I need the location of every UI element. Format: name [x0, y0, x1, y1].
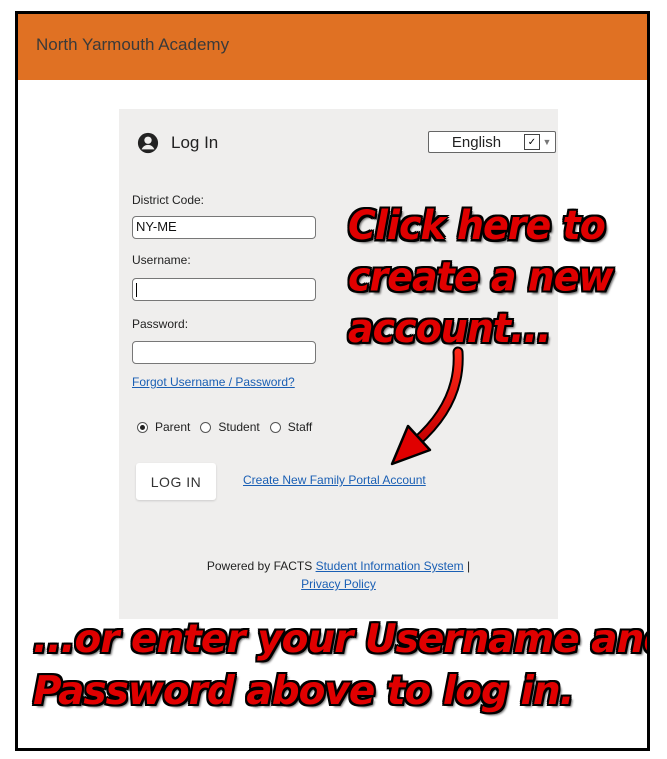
language-select[interactable]: English ✓ ▼: [428, 131, 556, 153]
callout-line-2: create a new: [348, 253, 614, 301]
bottom-line-2: Password above to log in.: [33, 669, 574, 714]
username-input[interactable]: [132, 278, 316, 301]
card-footer: Powered by FACTS Student Information Sys…: [119, 557, 558, 593]
login-title: Log In: [171, 133, 219, 152]
screenshot-frame: North Yarmouth Academy Log In English ✓ …: [15, 11, 650, 751]
school-title: North Yarmouth Academy: [36, 35, 230, 54]
role-staff[interactable]: Staff: [269, 420, 312, 434]
radio-parent[interactable]: [137, 421, 148, 433]
district-code-input[interactable]: NY-ME: [132, 216, 316, 239]
bottom-annotation: ...or enter your Username and Password a…: [33, 614, 650, 718]
password-label: Password:: [132, 317, 189, 331]
login-button[interactable]: LOG IN: [136, 463, 216, 500]
dropdown-arrow-icon[interactable]: ▼: [542, 134, 552, 150]
privacy-policy-link[interactable]: Privacy Policy: [301, 577, 376, 591]
text-caret: [136, 282, 137, 297]
app-header: North Yarmouth Academy: [18, 14, 647, 80]
chevron-down-icon[interactable]: ✓: [524, 134, 540, 150]
district-code-value: NY-ME: [136, 219, 177, 234]
role-student[interactable]: Student: [200, 420, 260, 434]
username-label: Username:: [132, 253, 191, 267]
radio-staff[interactable]: [269, 421, 281, 433]
login-card: Log In English ✓ ▼ District Code: NY-ME …: [119, 109, 558, 619]
login-heading: Log In: [137, 132, 218, 154]
callout-line-1: Click here to: [348, 202, 606, 249]
footer-separator: |: [467, 559, 471, 573]
user-circle-icon: [137, 132, 159, 154]
password-input[interactable]: [132, 341, 316, 364]
red-arrow-icon: [390, 346, 464, 466]
radio-student[interactable]: [200, 421, 212, 433]
powered-by-text: Powered by FACTS: [206, 559, 313, 573]
role-radio-group: Parent Student Staff: [137, 420, 322, 434]
bottom-line-1: ...or enter your Username and: [33, 617, 650, 662]
forgot-credentials-link[interactable]: Forgot Username / Password?: [132, 375, 295, 389]
role-parent[interactable]: Parent: [137, 420, 190, 434]
district-code-label: District Code:: [132, 193, 205, 207]
sis-link[interactable]: Student Information System: [316, 559, 464, 573]
language-value: English: [451, 133, 502, 151]
callout-annotation: Click here to create a new account...: [348, 200, 614, 354]
